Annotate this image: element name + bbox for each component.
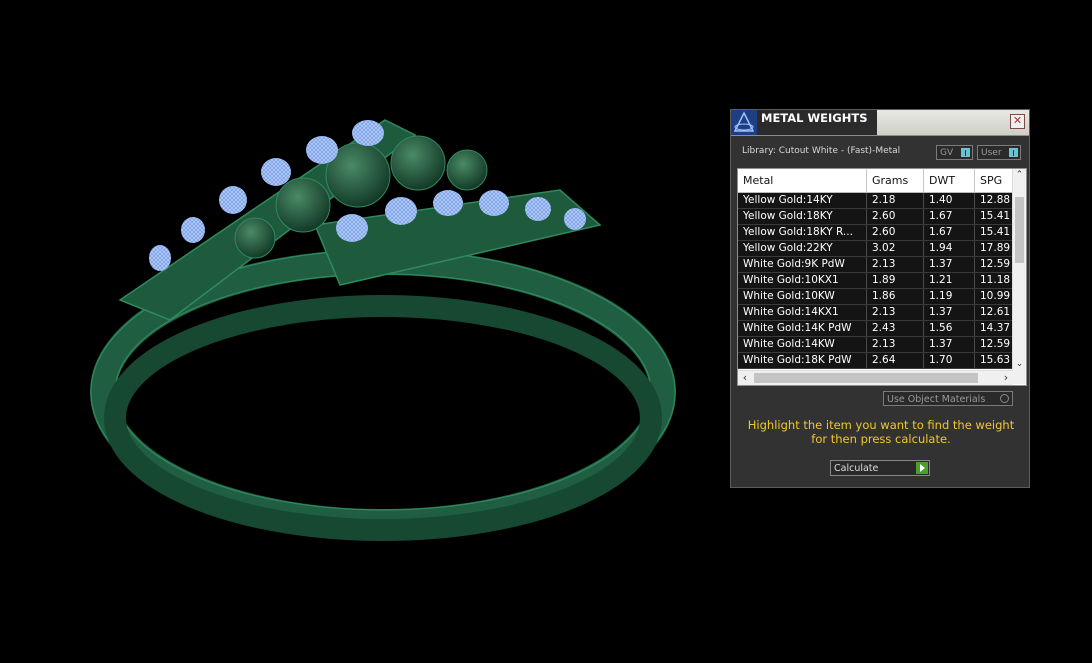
scroll-up-icon[interactable]: ⌃ <box>1013 169 1026 181</box>
cell-dwt: 1.67 <box>924 209 975 224</box>
app-logo-icon <box>731 110 757 135</box>
cell-metal: White Gold:18K PdW <box>738 353 867 368</box>
table-row[interactable]: Yellow Gold:18KY R... 2.60 1.67 15.41 <box>738 225 1013 241</box>
cell-metal: Yellow Gold:14KY <box>738 193 867 208</box>
instruction-text: Highlight the item you want to find the … <box>747 418 1015 446</box>
radio-icon <box>1000 394 1009 403</box>
cell-dwt: 1.67 <box>924 225 975 240</box>
cell-spg: 12.59 <box>975 257 1013 272</box>
scroll-down-icon[interactable]: ⌄ <box>1013 358 1026 370</box>
play-arrow-icon <box>916 462 928 474</box>
column-header-dwt[interactable]: DWT <box>924 169 975 192</box>
cell-grams: 2.60 <box>867 225 924 240</box>
table-row[interactable]: White Gold:10KX1 1.89 1.21 11.18 <box>738 273 1013 289</box>
column-header-metal[interactable]: Metal <box>738 169 867 192</box>
table-row[interactable]: White Gold:14K PdW 2.43 1.56 14.37 <box>738 321 1013 337</box>
cell-spg: 12.59 <box>975 337 1013 352</box>
cell-grams: 2.18 <box>867 193 924 208</box>
3d-viewport[interactable] <box>0 0 725 663</box>
cell-dwt: 1.70 <box>924 353 975 368</box>
scroll-right-icon[interactable]: › <box>999 371 1013 385</box>
cell-dwt: 1.37 <box>924 257 975 272</box>
column-header-spg[interactable]: SPG <box>975 169 1015 192</box>
table-header: Metal Grams DWT SPG <box>738 169 1015 193</box>
cell-metal: White Gold:9K PdW <box>738 257 867 272</box>
metal-weights-panel: METAL WEIGHTS ✕ Library: Cutout White - … <box>730 109 1030 488</box>
cell-spg: 14.37 <box>975 321 1013 336</box>
vertical-scroll-thumb[interactable] <box>1015 197 1024 263</box>
cell-grams: 2.13 <box>867 257 924 272</box>
cell-metal: White Gold:10KX1 <box>738 273 867 288</box>
cell-grams: 2.43 <box>867 321 924 336</box>
ring-model <box>90 119 676 541</box>
panel-titlebar[interactable]: METAL WEIGHTS ✕ <box>731 110 1029 136</box>
calculate-label: Calculate <box>834 463 879 474</box>
toggle-indicator-icon <box>961 148 970 157</box>
use-object-materials-toggle[interactable]: Use Object Materials <box>883 391 1013 406</box>
cell-grams: 2.13 <box>867 305 924 320</box>
table-row[interactable]: White Gold:9K PdW 2.13 1.37 12.59 <box>738 257 1013 273</box>
cell-dwt: 1.56 <box>924 321 975 336</box>
close-button[interactable]: ✕ <box>1010 114 1025 129</box>
user-toggle[interactable]: User <box>977 145 1021 160</box>
cell-spg: 17.89 <box>975 241 1013 256</box>
cell-spg: 12.88 <box>975 193 1013 208</box>
column-header-grams[interactable]: Grams <box>867 169 924 192</box>
cell-spg: 15.41 <box>975 209 1013 224</box>
table-row[interactable]: White Gold:14KX1 2.13 1.37 12.61 <box>738 305 1013 321</box>
cell-metal: White Gold:14K PdW <box>738 321 867 336</box>
table-body: Yellow Gold:14KY 2.18 1.40 12.88 Yellow Gol… <box>738 193 1013 369</box>
cell-metal: White Gold:10KW <box>738 289 867 304</box>
cell-grams: 3.02 <box>867 241 924 256</box>
cell-metal: Yellow Gold:18KY R... <box>738 225 867 240</box>
cell-dwt: 1.37 <box>924 305 975 320</box>
cell-spg: 12.61 <box>975 305 1013 320</box>
cell-grams: 2.13 <box>867 337 924 352</box>
cell-spg: 15.41 <box>975 225 1013 240</box>
table-row[interactable]: White Gold:14KW 2.13 1.37 12.59 <box>738 337 1013 353</box>
cell-dwt: 1.94 <box>924 241 975 256</box>
use-object-materials-label: Use Object Materials <box>887 394 986 405</box>
cell-metal: White Gold:14KW <box>738 337 867 352</box>
table-row[interactable]: Yellow Gold:14KY 2.18 1.40 12.88 <box>738 193 1013 209</box>
gv-toggle[interactable]: GV <box>936 145 973 160</box>
cell-grams: 1.89 <box>867 273 924 288</box>
vertical-scrollbar[interactable]: ⌃ ⌄ <box>1012 169 1026 370</box>
cell-dwt: 1.40 <box>924 193 975 208</box>
panel-title: METAL WEIGHTS <box>757 110 877 135</box>
cell-spg: 15.63 <box>975 353 1013 368</box>
cell-grams: 2.60 <box>867 209 924 224</box>
table-row[interactable]: Yellow Gold:18KY 2.60 1.67 15.41 <box>738 209 1013 225</box>
cell-metal: Yellow Gold:22KY <box>738 241 867 256</box>
library-label: Library: Cutout White - (Fast)-Metal <box>742 146 901 156</box>
scroll-left-icon[interactable]: ‹ <box>738 371 752 385</box>
calculate-button[interactable]: Calculate <box>830 460 930 476</box>
cell-metal: White Gold:14KX1 <box>738 305 867 320</box>
cell-grams: 1.86 <box>867 289 924 304</box>
table-row[interactable]: White Gold:18K PdW 2.64 1.70 15.63 <box>738 353 1013 369</box>
cell-dwt: 1.21 <box>924 273 975 288</box>
horizontal-scroll-thumb[interactable] <box>754 373 978 383</box>
cell-grams: 2.64 <box>867 353 924 368</box>
table-row[interactable]: Yellow Gold:22KY 3.02 1.94 17.89 <box>738 241 1013 257</box>
toggle-indicator-icon <box>1009 148 1018 157</box>
cell-metal: Yellow Gold:18KY <box>738 209 867 224</box>
gv-toggle-label: GV <box>940 148 954 158</box>
table-row[interactable]: White Gold:10KW 1.86 1.19 10.99 <box>738 289 1013 305</box>
cell-dwt: 1.37 <box>924 337 975 352</box>
cell-spg: 11.18 <box>975 273 1013 288</box>
scrollbar-corner <box>1013 370 1026 384</box>
cell-dwt: 1.19 <box>924 289 975 304</box>
metal-table: Metal Grams DWT SPG Yellow Gold:14KY 2.18… <box>737 168 1027 386</box>
user-toggle-label: User <box>981 148 1002 158</box>
horizontal-scrollbar[interactable]: ‹ › <box>738 370 1013 385</box>
cell-spg: 10.99 <box>975 289 1013 304</box>
